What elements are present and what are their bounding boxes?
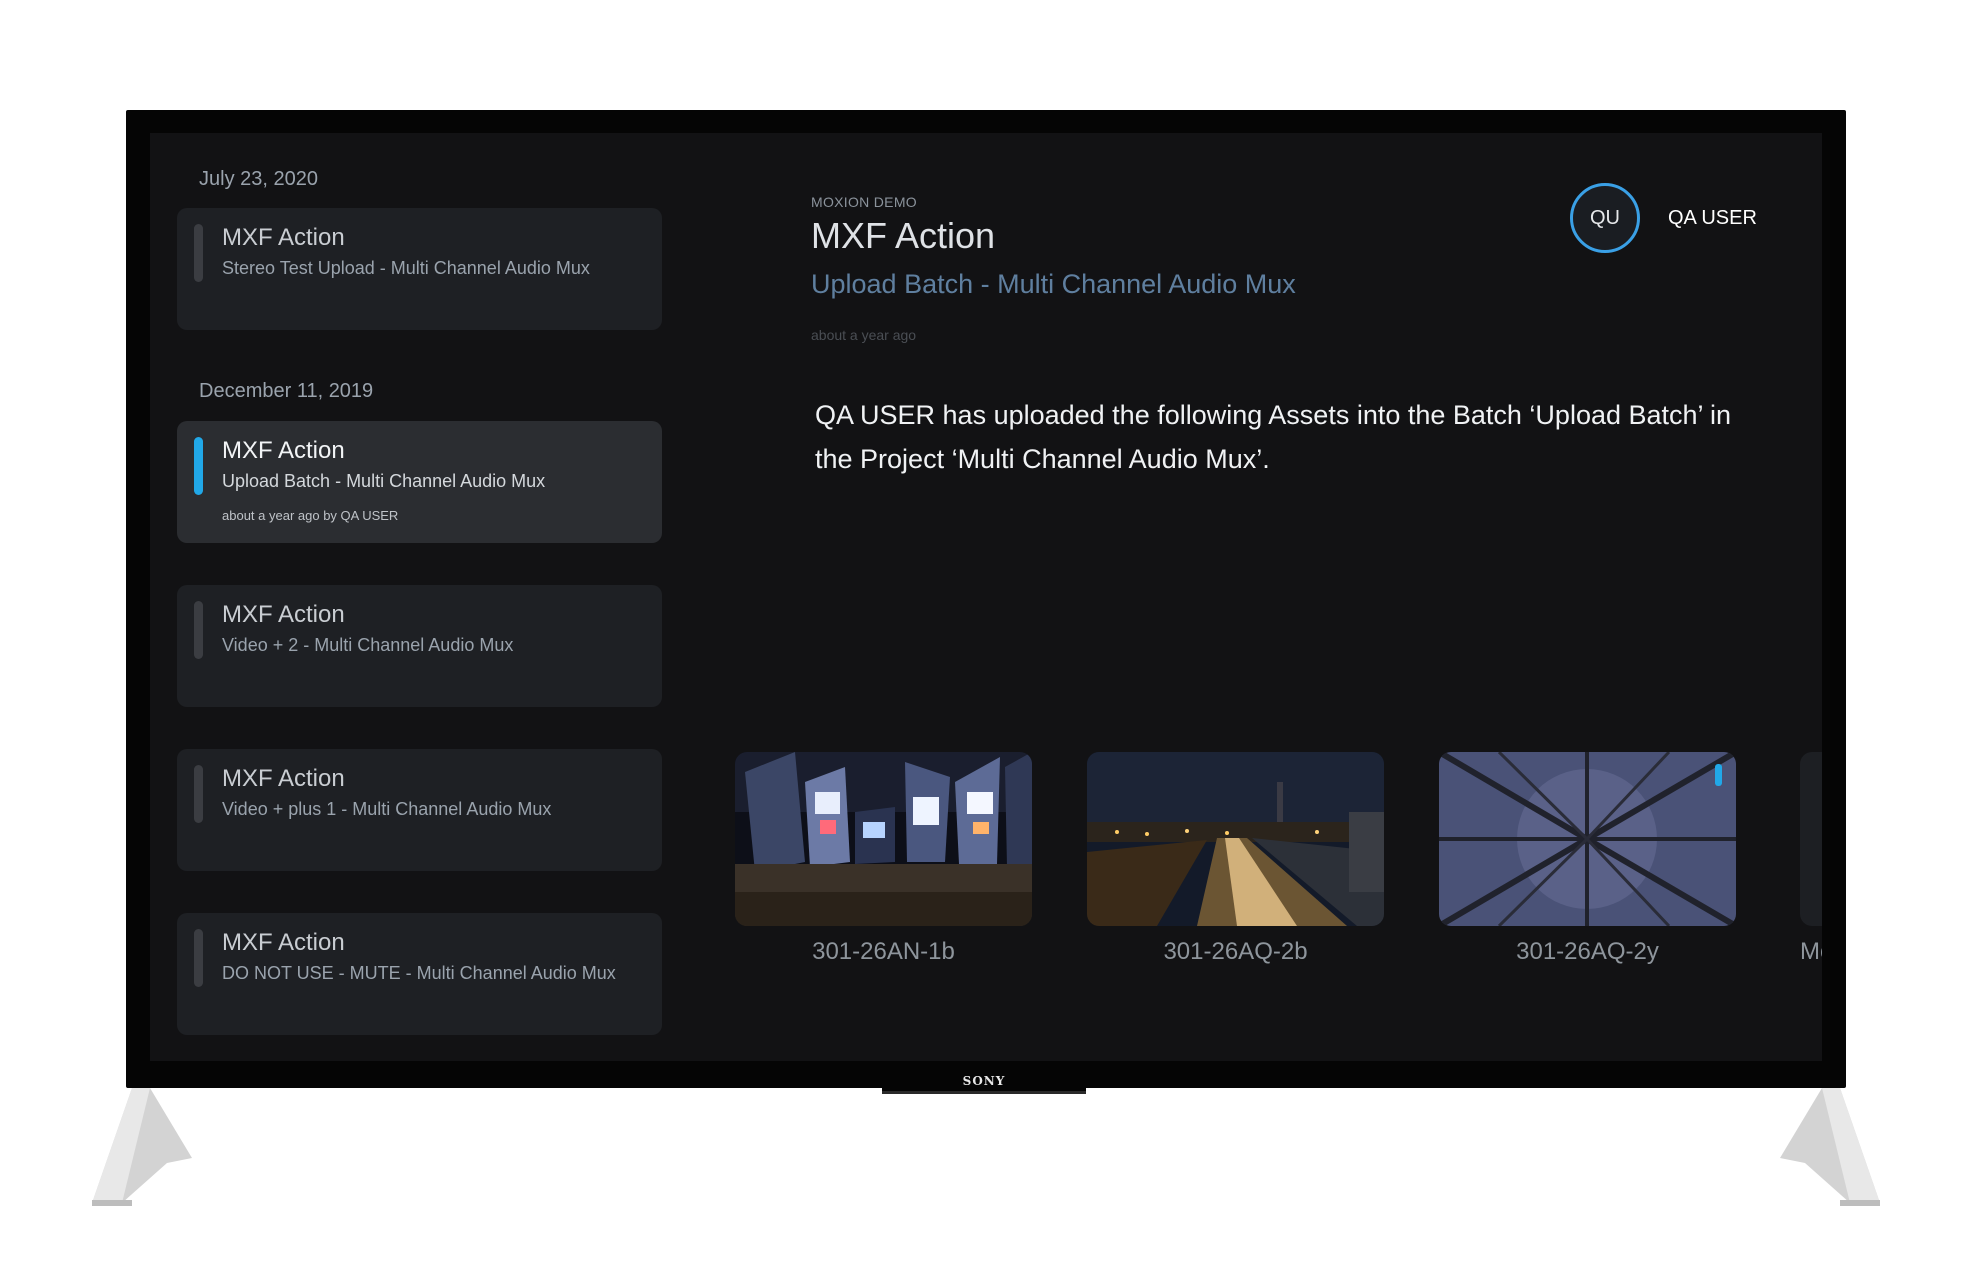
date-group-label: July 23, 2020	[199, 168, 318, 190]
asset-tile[interactable]: 301-26AN-1b	[735, 752, 1032, 966]
asset-name: 301-26AQ-2y	[1516, 938, 1659, 965]
card-title: MXF Action	[222, 929, 345, 956]
forest-canopy-thumbnail	[1439, 752, 1736, 926]
activity-card-selected[interactable]: MXF Action Upload Batch - Multi Channel …	[177, 421, 662, 543]
asset-tile[interactable]: 301-26AQ-2b	[1087, 752, 1384, 966]
card-subtitle: Upload Batch - Multi Channel Audio Mux	[222, 471, 546, 491]
card-indicator	[194, 601, 203, 659]
asset-tile-partial[interactable]: Mc	[1800, 752, 1822, 966]
card-subtitle: Video + 2 - Multi Channel Audio Mux	[222, 635, 514, 655]
activity-card[interactable]: MXF Action Video + 2 - Multi Channel Aud…	[177, 585, 662, 707]
tv-stand-left	[92, 1088, 202, 1210]
card-title: MXF Action	[222, 437, 345, 464]
card-subtitle: Video + plus 1 - Multi Channel Audio Mux	[222, 799, 552, 819]
activity-card[interactable]: MXF Action DO NOT USE - MUTE - Multi Cha…	[177, 913, 662, 1035]
card-indicator-active	[194, 437, 203, 495]
asset-tile[interactable]: 301-26AQ-2y	[1439, 752, 1736, 966]
detail-title: MXF Action	[811, 215, 996, 256]
user-name[interactable]: QA USER	[1668, 207, 1757, 230]
asset-thumbnail	[1800, 752, 1822, 926]
detail-timestamp: about a year ago	[811, 327, 917, 343]
asset-name: 301-26AN-1b	[812, 938, 955, 965]
tv-brand-logo: SONY	[882, 1072, 1086, 1094]
city-crowd-thumbnail	[735, 752, 1032, 926]
user-avatar[interactable]: QU	[1570, 183, 1640, 253]
card-indicator	[194, 929, 203, 987]
train-tracks-thumbnail	[1087, 752, 1384, 926]
card-subtitle: DO NOT USE - MUTE - Multi Channel Audio …	[222, 963, 616, 983]
activity-card[interactable]: MXF Action Video + plus 1 - Multi Channe…	[177, 749, 662, 871]
tv-screen: July 23, 2020 MXF Action Stereo Test Upl…	[150, 133, 1822, 1061]
card-indicator	[194, 765, 203, 823]
activity-sidebar: July 23, 2020 MXF Action Stereo Test Upl…	[150, 133, 670, 1061]
card-indicator	[194, 224, 203, 282]
date-group-label: December 11, 2019	[199, 380, 374, 402]
tv-stand-right	[1770, 1088, 1880, 1210]
asset-name: 301-26AQ-2b	[1163, 938, 1308, 965]
project-label: MOXION DEMO	[811, 194, 917, 210]
card-title: MXF Action	[222, 765, 345, 792]
card-subtitle: Stereo Test Upload - Multi Channel Audio…	[222, 258, 590, 278]
card-title: MXF Action	[222, 224, 345, 251]
card-meta: about a year ago by QA USER	[222, 508, 399, 523]
detail-subtitle: Upload Batch - Multi Channel Audio Mux	[811, 269, 1296, 299]
card-title: MXF Action	[222, 601, 345, 628]
detail-description: QA USER has uploaded the following Asset…	[815, 400, 1732, 474]
asset-name: Mc	[1800, 938, 1822, 965]
activity-card[interactable]: MXF Action Stereo Test Upload - Multi Ch…	[177, 208, 662, 330]
